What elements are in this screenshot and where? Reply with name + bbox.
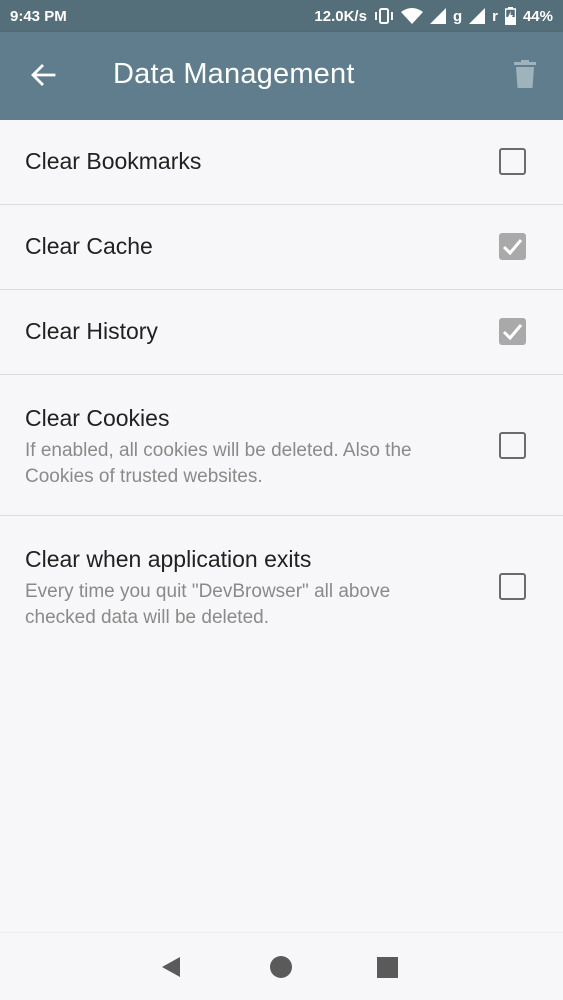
- vibrate-icon: [374, 8, 394, 24]
- signal-icon: [429, 8, 446, 24]
- clear-history-checkbox[interactable]: [499, 318, 526, 345]
- battery-percent: 44%: [522, 7, 553, 25]
- clear-bookmarks-checkbox[interactable]: [499, 148, 526, 175]
- nav-home-icon: [270, 956, 292, 978]
- setting-clear-cookies[interactable]: Clear Cookies If enabled, all cookies wi…: [0, 375, 563, 516]
- page-title: Data Management: [113, 58, 355, 90]
- delete-button[interactable]: [507, 58, 543, 94]
- setting-clear-cache[interactable]: Clear Cache: [0, 205, 563, 290]
- roaming-indicator: r: [492, 7, 498, 25]
- signal-icon: [469, 8, 486, 24]
- setting-title: Clear Cache: [25, 233, 153, 259]
- nav-home-button[interactable]: [268, 954, 294, 980]
- app-bar: Data Management: [0, 32, 563, 120]
- trash-icon: [514, 59, 536, 93]
- arrow-back-icon: [30, 63, 56, 92]
- battery-charging-icon: [504, 7, 516, 25]
- setting-title: Clear Cookies: [25, 405, 170, 431]
- back-button[interactable]: [22, 56, 64, 98]
- settings-list: Clear Bookmarks Clear Cache Clear Histor…: [0, 120, 563, 657]
- checkmark-icon: [502, 324, 523, 341]
- setting-title: Clear when application exits: [25, 546, 312, 572]
- setting-summary: If enabled, all cookies will be deleted.…: [25, 440, 412, 487]
- network-speed: 12.0K/s: [314, 7, 367, 25]
- clear-cache-checkbox[interactable]: [499, 233, 526, 260]
- setting-summary: Every time you quit "DevBrowser" all abo…: [25, 581, 391, 628]
- status-icons: 12.0K/s g r 44%: [314, 7, 553, 25]
- status-bar: 9:43 PM 12.0K/s g r 44%: [0, 0, 563, 32]
- nav-back-button[interactable]: [160, 955, 184, 979]
- setting-title: Clear History: [25, 318, 158, 344]
- nav-back-icon: [162, 957, 180, 977]
- status-time: 9:43 PM: [10, 7, 67, 25]
- wifi-icon: [400, 8, 423, 24]
- network-type: g: [452, 7, 463, 25]
- clear-on-exit-checkbox[interactable]: [499, 573, 526, 600]
- setting-clear-bookmarks[interactable]: Clear Bookmarks: [0, 120, 563, 205]
- checkmark-icon: [502, 239, 523, 256]
- setting-clear-on-exit[interactable]: Clear when application exits Every time …: [0, 516, 563, 657]
- clear-cookies-checkbox[interactable]: [499, 432, 526, 459]
- setting-clear-history[interactable]: Clear History: [0, 290, 563, 375]
- navigation-bar: [0, 932, 563, 1000]
- nav-recents-button[interactable]: [377, 957, 398, 978]
- setting-title: Clear Bookmarks: [25, 148, 202, 174]
